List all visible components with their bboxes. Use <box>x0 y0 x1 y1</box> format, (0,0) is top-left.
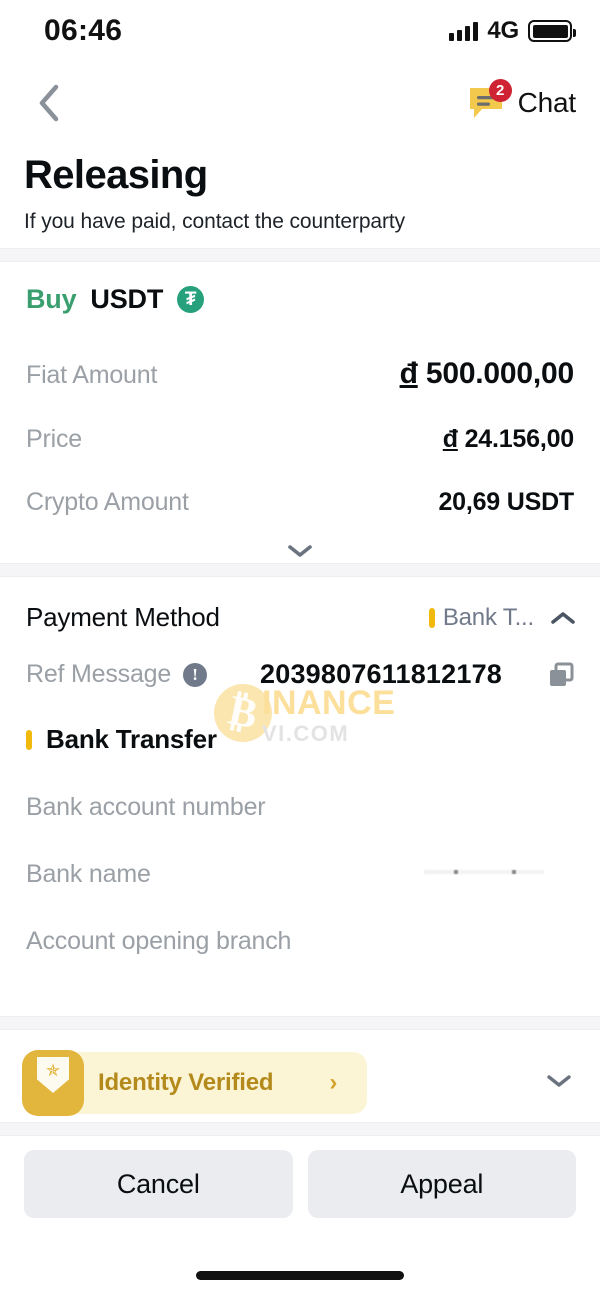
fiat-amount-number: 500.000,00 <box>425 357 574 390</box>
footer-actions: Cancel Appeal <box>0 1150 600 1218</box>
verified-collapse-button[interactable] <box>546 1073 572 1094</box>
price-label: Price <box>26 425 82 453</box>
appeal-button[interactable]: Appeal <box>307 1150 576 1218</box>
chat-unread-badge: 2 <box>488 79 512 102</box>
price-row: Price đ 24.156,00 <box>26 425 574 454</box>
section-divider-top <box>0 248 600 262</box>
identity-verified-section: ✯ Identity Verified › <box>0 1030 600 1136</box>
network-type-label: 4G <box>487 17 519 44</box>
trade-pair-row: Buy USDT ₮ <box>26 284 574 315</box>
identity-verified-label: Identity Verified <box>98 1069 274 1096</box>
order-expand-button[interactable] <box>26 543 574 565</box>
phone-screen: 06:46 4G 2 Chat Releasing If you have pa… <box>0 0 600 1301</box>
payment-method-title: Payment Method <box>26 602 220 632</box>
order-side-label: Buy <box>26 284 77 314</box>
chat-button[interactable]: 2 Chat <box>466 79 577 122</box>
fiat-amount-value: đ 500.000,00 <box>399 357 575 391</box>
signal-bars-icon <box>449 21 479 41</box>
chevron-right-icon: › <box>329 1069 338 1096</box>
star-icon: ✯ <box>45 1061 61 1080</box>
payment-method-selector[interactable]: Bank T... <box>428 603 576 632</box>
crypto-amount-row: Crypto Amount 20,69 USDT <box>26 488 574 517</box>
status-clock: 06:46 <box>44 14 123 47</box>
page-title: Releasing <box>24 153 208 197</box>
page-header: Releasing If you have paid, contact the … <box>0 144 600 234</box>
crypto-amount-label: Crypto Amount <box>26 488 189 516</box>
bank-bar-icon <box>26 729 32 750</box>
section-divider-footer <box>0 1122 600 1136</box>
payment-method-header: Payment Method Bank T... <box>26 602 576 633</box>
ref-message-label: Ref Message <box>26 660 172 688</box>
navigation-bar: 2 Chat <box>0 62 600 144</box>
chat-icon-wrapper: 2 <box>466 79 512 122</box>
info-icon[interactable]: ! <box>183 662 208 687</box>
copy-icon <box>550 662 574 686</box>
asset-symbol-label: USDT <box>90 284 164 314</box>
section-divider-middle <box>0 563 600 577</box>
back-button[interactable] <box>28 82 70 124</box>
price-currency-symbol: đ <box>442 425 458 453</box>
payment-method-section: Payment Method Bank T... Ref Message ! 2… <box>0 588 600 956</box>
chevron-down-icon <box>547 1074 571 1087</box>
price-value: đ 24.156,00 <box>443 425 574 454</box>
payment-method-short-label: Bank T... <box>442 603 534 631</box>
bank-name-redacted-value <box>424 870 544 874</box>
shield-shape: ✯ <box>37 1057 69 1093</box>
bank-transfer-row: Bank Transfer <box>26 724 576 755</box>
usdt-coin-icon: ₮ <box>177 286 205 313</box>
status-bar: 06:46 4G <box>0 0 600 62</box>
verified-shield-icon: ✯ <box>22 1050 84 1116</box>
copy-ref-message-button[interactable] <box>546 660 576 690</box>
bank-transfer-label: Bank Transfer <box>46 724 217 754</box>
ref-message-value: 2039807611812178 <box>260 659 502 689</box>
chevron-up-icon <box>551 611 575 624</box>
cancel-button[interactable]: Cancel <box>24 1150 293 1218</box>
ref-message-label-group: Ref Message ! <box>26 660 208 689</box>
chevron-left-icon <box>39 84 59 122</box>
chat-label: Chat <box>517 87 577 118</box>
order-summary-section: Buy USDT ₮ Fiat Amount đ 500.000,00 Pric… <box>0 262 600 565</box>
section-divider-verified-top <box>0 1016 600 1030</box>
identity-verified-pill[interactable]: ✯ Identity Verified › <box>22 1050 368 1116</box>
battery-full-icon <box>528 20 576 42</box>
bank-name-label: Bank name <box>26 860 151 888</box>
bank-name-field[interactable]: Bank name <box>26 860 576 889</box>
chevron-down-icon <box>288 545 312 557</box>
ref-message-row: Ref Message ! 2039807611812178 <box>26 659 576 690</box>
price-number: 24.156,00 <box>464 425 575 453</box>
crypto-amount-value: 20,69 USDT <box>438 488 574 516</box>
account-opening-branch-label: Account opening branch <box>26 927 292 955</box>
fiat-currency-symbol: đ <box>399 357 418 390</box>
home-indicator <box>196 1271 404 1280</box>
page-subtitle: If you have paid, contact the counterpar… <box>24 210 406 233</box>
account-opening-branch-field[interactable]: Account opening branch <box>26 927 576 956</box>
bank-account-number-field[interactable]: Bank account number <box>26 793 576 822</box>
identity-verified-row: ✯ Identity Verified › <box>0 1050 600 1116</box>
bank-bar-icon <box>428 607 435 628</box>
fiat-amount-row: Fiat Amount đ 500.000,00 <box>26 357 574 391</box>
fiat-amount-label: Fiat Amount <box>26 361 158 389</box>
bank-account-number-label: Bank account number <box>26 793 266 821</box>
status-indicators: 4G <box>449 17 576 45</box>
